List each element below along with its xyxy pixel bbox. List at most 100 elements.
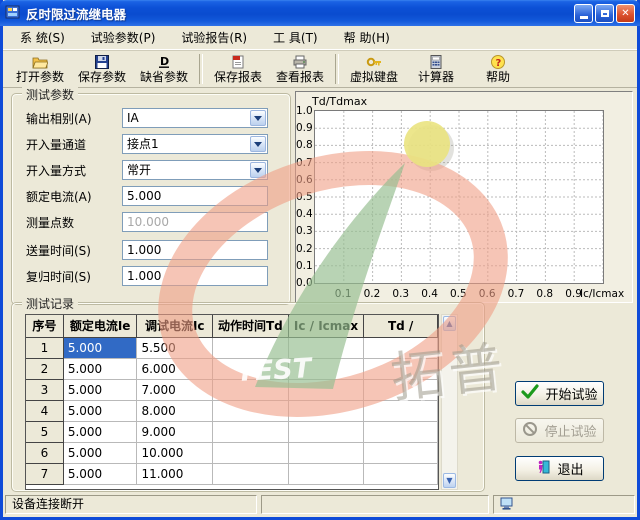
row-index-cell[interactable]: 7 — [26, 464, 64, 485]
y-tick-label: 0.2 — [296, 243, 312, 255]
table-row[interactable]: 35.0007.000 — [26, 380, 438, 401]
toolbar-save-report-button[interactable]: 保存报表 — [207, 50, 269, 88]
scroll-up-button[interactable]: ▲ — [443, 316, 456, 331]
row-index-cell[interactable]: 3 — [26, 380, 64, 401]
table-cell[interactable] — [364, 443, 438, 464]
table-cell[interactable] — [213, 443, 289, 464]
table-cell[interactable] — [289, 422, 365, 443]
table-cell[interactable]: 9.000 — [137, 422, 213, 443]
table-cell[interactable]: 5.000 — [64, 422, 138, 443]
column-header: 额定电流Ie — [64, 315, 138, 338]
menu-bar: 系 统(S)试验参数(P)试验报告(R)工 具(T)帮 助(H) — [3, 26, 637, 50]
table-cell[interactable] — [364, 464, 438, 485]
table-cell[interactable] — [289, 338, 365, 359]
table-cell[interactable] — [364, 401, 438, 422]
chevron-down-icon[interactable] — [250, 110, 266, 126]
table-cell[interactable]: 5.000 — [64, 359, 138, 380]
reset-time-input[interactable]: 1.000 — [122, 266, 268, 286]
table-cell[interactable]: 6.000 — [137, 359, 213, 380]
table-cell[interactable] — [364, 380, 438, 401]
table-row[interactable]: 65.00010.000 — [26, 443, 438, 464]
chevron-down-icon[interactable] — [250, 162, 266, 178]
row-index-cell[interactable]: 4 — [26, 401, 64, 422]
table-cell[interactable] — [289, 401, 365, 422]
table-row[interactable]: 75.00011.000 — [26, 464, 438, 485]
table-row[interactable]: 55.0009.000 — [26, 422, 438, 443]
x-tick-label: 0.4 — [421, 288, 438, 300]
table-cell[interactable] — [213, 338, 289, 359]
toolbar-separator — [199, 54, 203, 84]
table-cell[interactable] — [213, 359, 289, 380]
table-cell[interactable]: 5.000 — [64, 380, 138, 401]
row-index-cell[interactable]: 5 — [26, 422, 64, 443]
scroll-down-button[interactable]: ▼ — [443, 473, 456, 488]
table-cell[interactable]: 7.000 — [137, 380, 213, 401]
chevron-down-icon[interactable] — [250, 136, 266, 152]
table-cell[interactable] — [289, 464, 365, 485]
table-cell[interactable] — [213, 380, 289, 401]
start-test-button[interactable]: 开始试验 — [515, 381, 604, 406]
menu-system[interactable]: 系 统(S) — [7, 26, 78, 49]
table-cell[interactable]: 5.000 — [64, 464, 138, 485]
maximize-button[interactable] — [595, 4, 614, 23]
table-cell[interactable] — [213, 401, 289, 422]
open-folder-icon — [32, 54, 48, 70]
table-cell[interactable]: 8.000 — [137, 401, 213, 422]
close-button[interactable]: ✕ — [616, 4, 635, 23]
input-mode-select[interactable]: 常开 — [122, 160, 268, 180]
toolbar-default-params-button[interactable]: D缺省参数 — [133, 50, 195, 88]
toolbar-save-params-button[interactable]: 保存参数 — [71, 50, 133, 88]
table-cell[interactable] — [364, 422, 438, 443]
row-index-cell[interactable]: 1 — [26, 338, 64, 359]
status-middle-panel — [261, 495, 489, 514]
table-header-row: 序号额定电流Ie调试电流Ic动作时间TdIc / IcmaxTd / Tdmax — [26, 315, 438, 338]
table-cell[interactable] — [289, 443, 365, 464]
table-cell[interactable] — [289, 359, 365, 380]
table-cell[interactable] — [213, 422, 289, 443]
feed-time-input[interactable]: 1.000 — [122, 240, 268, 260]
table-cell[interactable]: 5.000 — [64, 338, 138, 359]
help-icon: ? — [490, 54, 506, 70]
table-cell[interactable] — [364, 359, 438, 380]
table-cell[interactable]: 5.000 — [64, 401, 138, 422]
table-row[interactable]: 15.0005.500 — [26, 338, 438, 359]
table-cell[interactable] — [364, 338, 438, 359]
output-phase-value: IA — [127, 111, 139, 125]
toolbar-view-report-button[interactable]: 查看报表 — [269, 50, 331, 88]
column-header: 调试电流Ic — [137, 315, 213, 338]
toolbar-virtual-keyboard-button[interactable]: 虚拟键盘 — [343, 50, 405, 88]
menu-test-report[interactable]: 试验报告(R) — [168, 26, 260, 49]
rated-current-input[interactable]: 5.000 — [122, 186, 268, 206]
menu-test-params[interactable]: 试验参数(P) — [78, 26, 169, 49]
table-cell[interactable]: 10.000 — [137, 443, 213, 464]
table-row[interactable]: 25.0006.000 — [26, 359, 438, 380]
y-tick-label: 0.8 — [296, 139, 312, 151]
column-header: Ic / Icmax — [289, 315, 365, 338]
toolbar-open-params-button[interactable]: 打开参数 — [9, 50, 71, 88]
exit-button[interactable]: 退出 — [515, 456, 604, 481]
row-index-cell[interactable]: 6 — [26, 443, 64, 464]
toolbar-help-label: 帮助 — [486, 70, 510, 84]
toolbar-help-button[interactable]: ?帮助 — [467, 50, 529, 88]
table-cell[interactable] — [213, 464, 289, 485]
table-cell[interactable]: 11.000 — [137, 464, 213, 485]
table-cell[interactable]: 5.500 — [137, 338, 213, 359]
table-cell[interactable]: 5.000 — [64, 443, 138, 464]
menu-tools[interactable]: 工 具(T) — [260, 26, 331, 49]
toolbar-calculator-button[interactable]: 计算器 — [405, 50, 467, 88]
field-row-input-mode: 开入量方式常开 — [26, 160, 284, 180]
y-tick-label: 0.7 — [296, 157, 312, 169]
minimize-button[interactable] — [574, 4, 593, 23]
table-cell[interactable] — [289, 380, 365, 401]
menu-help[interactable]: 帮 助(H) — [331, 26, 403, 49]
x-tick-label: 0.8 — [536, 288, 553, 300]
input-channel-select[interactable]: 接点1 — [122, 134, 268, 154]
exit-label: 退出 — [557, 459, 583, 478]
row-index-cell[interactable]: 2 — [26, 359, 64, 380]
y-tick-label: 0.0 — [296, 277, 312, 289]
table-scrollbar[interactable]: ▲ ▼ — [441, 314, 458, 490]
output-phase-select[interactable]: IA — [122, 108, 268, 128]
table-row[interactable]: 45.0008.000 — [26, 401, 438, 422]
key-icon — [366, 54, 382, 70]
field-label-measure-points: 测量点数 — [26, 214, 120, 231]
